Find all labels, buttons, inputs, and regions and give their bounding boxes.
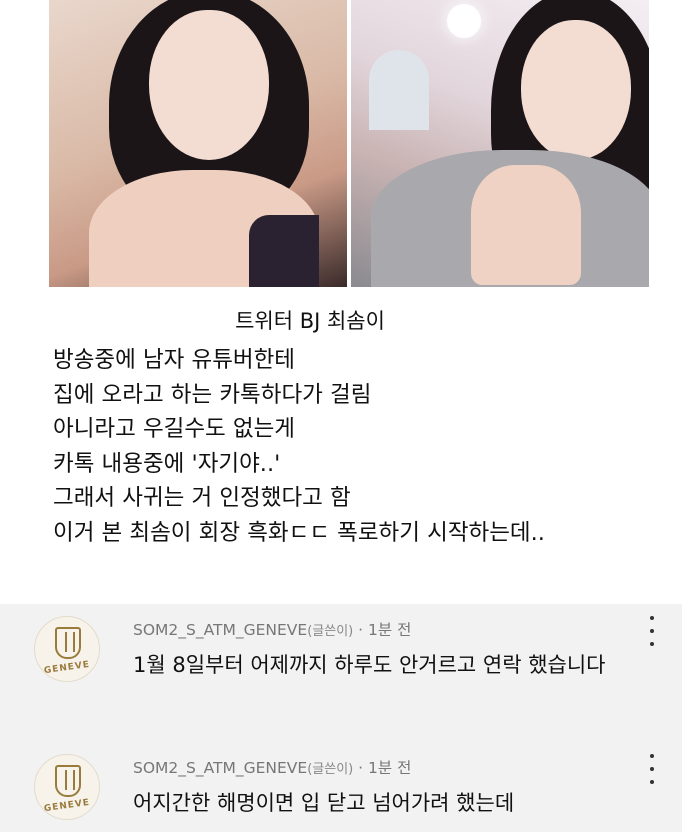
comment-text: 1월 8일부터 어제까지 하루도 안거르고 연락 했습니다 — [133, 653, 606, 677]
story-line: 그래서 사귀는 거 인정했다고 함 — [53, 485, 351, 511]
geneve-logo — [55, 627, 81, 659]
comment-author[interactable]: SOM2_S_ATM_GENEVE — [133, 621, 307, 639]
comment-time: · 1분 전 — [358, 759, 412, 777]
comment-meta: SOM2_S_ATM_GENEVE(글쓴이) · 1분 전 — [133, 756, 411, 778]
story-line: 이거 본 최솜이 회장 흑화ㄷㄷ 폭로하기 시작하는데.. — [53, 519, 545, 546]
avatar-brand-text: GENEVE — [43, 659, 91, 677]
more-vertical-icon[interactable] — [646, 616, 658, 646]
story-line: 방송중에 남자 유튜버한테 — [53, 347, 296, 373]
photo-collage — [49, 0, 649, 287]
story-line: 아니라고 우길수도 없는게 — [53, 416, 296, 442]
more-vertical-icon[interactable] — [646, 754, 658, 784]
comment-author[interactable]: SOM2_S_ATM_GENEVE — [133, 759, 307, 777]
geneve-logo — [55, 765, 81, 797]
caption: 트위터 BJ 최솜이 — [0, 305, 682, 335]
comment-meta: SOM2_S_ATM_GENEVE(글쓴이) · 1분 전 — [133, 618, 411, 640]
avatar-brand-text: GENEVE — [43, 797, 91, 815]
author-badge: (글쓴이) — [307, 762, 354, 777]
comment-time: · 1분 전 — [358, 621, 412, 639]
comment-list: GENEVE SOM2_S_ATM_GENEVE(글쓴이) · 1분 전 1월 … — [0, 604, 682, 832]
photo-left — [49, 0, 347, 287]
avatar[interactable]: GENEVE — [34, 754, 100, 820]
photo-right — [351, 0, 649, 287]
comment-text: 어지간한 해명이면 입 닫고 넘어가려 했는데 — [133, 791, 515, 815]
avatar[interactable]: GENEVE — [34, 616, 100, 682]
caption-text: 트위터 BJ 최솜이 — [235, 309, 385, 333]
author-badge: (글쓴이) — [307, 624, 354, 639]
story-line: 카톡 내용중에 '자기야..' — [53, 450, 281, 477]
story-text: 방송중에 남자 유튜버한테 집에 오라고 하는 카톡하다가 걸림 아니라고 우길… — [53, 343, 545, 550]
story-line: 집에 오라고 하는 카톡하다가 걸림 — [53, 381, 372, 408]
